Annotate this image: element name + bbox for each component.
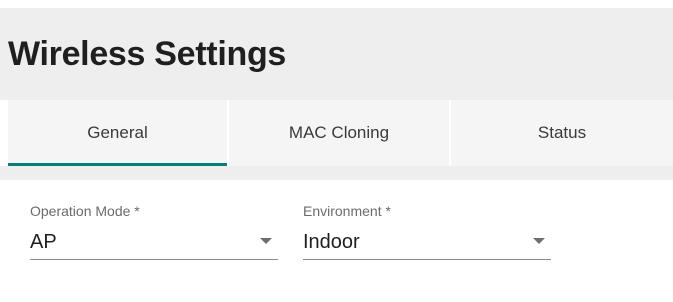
settings-card: Operation Mode * AP Environment * Indoor xyxy=(8,180,673,302)
wireless-settings-page: Wireless Settings General MAC Cloning St… xyxy=(0,0,673,302)
operation-mode-select[interactable]: AP xyxy=(30,224,278,260)
operation-mode-value: AP xyxy=(30,231,57,253)
page-title: Wireless Settings xyxy=(8,35,287,73)
tab-general[interactable]: General xyxy=(8,100,227,166)
operation-mode-field: Operation Mode * AP xyxy=(30,202,278,268)
tab-bar: General MAC Cloning Status xyxy=(8,100,673,166)
environment-label: Environment * xyxy=(303,203,391,219)
environment-select[interactable]: Indoor xyxy=(303,224,551,260)
tab-status[interactable]: Status xyxy=(449,100,673,166)
operation-mode-label: Operation Mode * xyxy=(30,203,140,219)
environment-value: Indoor xyxy=(303,231,360,253)
tab-mac-cloning[interactable]: MAC Cloning xyxy=(227,100,449,166)
section-gap xyxy=(0,166,673,180)
header-band: Wireless Settings xyxy=(0,8,673,100)
environment-field: Environment * Indoor xyxy=(303,202,551,268)
chevron-down-icon[interactable] xyxy=(260,238,272,244)
chevron-down-icon[interactable] xyxy=(533,238,545,244)
